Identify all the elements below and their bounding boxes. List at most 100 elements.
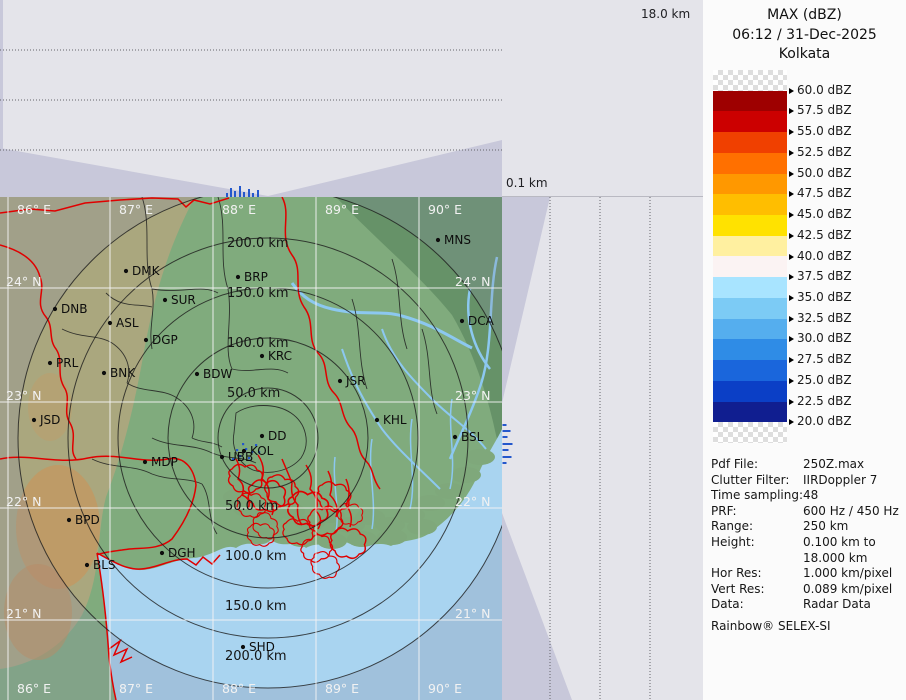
latitude-label: 24° N	[6, 274, 41, 289]
city-dot-BPD	[67, 518, 71, 522]
echo-profile-tick	[503, 430, 511, 432]
latitude-label: 22° N	[455, 494, 490, 509]
tick-arrow-icon	[789, 357, 794, 363]
metadata-label: Data:	[711, 597, 803, 613]
latitude-label: 22° N	[6, 494, 41, 509]
city-dot-DCA	[460, 319, 464, 323]
tick-arrow-icon	[789, 274, 794, 280]
city-dot-JSR	[338, 379, 342, 383]
latitude-label: 21° N	[6, 606, 41, 621]
tick-arrow-icon	[789, 108, 794, 114]
city-label-BDW: BDW	[203, 367, 232, 381]
latitude-label: 21° N	[455, 606, 490, 621]
metadata-row: Hor Res:1.000 km/pixel	[711, 566, 903, 582]
ring-distance-label: 150.0 km	[225, 599, 287, 614]
city-label-PRL: PRL	[56, 356, 79, 370]
city-dot-KHL	[375, 418, 379, 422]
tick-arrow-icon	[789, 316, 794, 322]
city-dot-KRC	[260, 354, 264, 358]
scale-tick-label: 50.0 dBZ	[789, 166, 852, 180]
scale-band	[713, 277, 787, 298]
terrain-hills	[28, 373, 72, 441]
tick-arrow-icon	[789, 378, 794, 384]
scale-band	[713, 402, 787, 423]
longitude-label: 89° E	[325, 202, 359, 217]
longitude-label: 87° E	[119, 202, 153, 217]
city-label-ASL: ASL	[116, 316, 139, 330]
longitude-label: 89° E	[325, 681, 359, 696]
metadata-value: 0.089 km/pixel	[803, 582, 903, 598]
longitude-label: 88° E	[222, 681, 256, 696]
scale-tick-label: 22.5 dBZ	[789, 394, 852, 408]
longitude-label: 87° E	[119, 681, 153, 696]
city-dot-DNB	[53, 307, 57, 311]
city-label-KRC: KRC	[268, 349, 292, 363]
beam-blind-edge	[0, 0, 3, 150]
scale-band-transparent	[713, 422, 787, 443]
scale-band	[713, 194, 787, 215]
scale-band	[713, 236, 787, 257]
city-label-DMK: DMK	[132, 264, 161, 278]
metadata-row: Range:250 km	[711, 519, 903, 535]
scale-band	[713, 256, 787, 277]
scale-tick-label: 55.0 dBZ	[789, 124, 852, 138]
metadata-row: Pdf File:250Z.max	[711, 457, 903, 473]
scale-band	[713, 111, 787, 132]
legend-panel: MAX (dBZ) 06:12 / 31-Dec-2025 Kolkata 60…	[703, 0, 906, 700]
right-profile-canvas	[502, 197, 703, 700]
metadata-label: Height:	[711, 535, 803, 551]
scale-tick-label: 40.0 dBZ	[789, 249, 852, 263]
ring-distance-label: 50.0 km	[227, 386, 280, 401]
scale-band	[713, 381, 787, 402]
scale-tick-label: 35.0 dBZ	[789, 290, 852, 304]
tick-arrow-icon	[789, 233, 794, 239]
top-height-profile-panel	[0, 0, 703, 197]
tick-arrow-icon	[789, 254, 794, 260]
color-scale	[713, 70, 787, 443]
scale-band	[713, 360, 787, 381]
metadata-label	[711, 551, 803, 567]
scale-band	[713, 153, 787, 174]
latitude-label: 23° N	[455, 388, 490, 403]
city-dot-JSD	[32, 418, 36, 422]
city-dot-BRP	[236, 275, 240, 279]
echo-profile-tick	[503, 462, 507, 464]
city-label-DCA: DCA	[468, 314, 495, 328]
metadata-value: 250Z.max	[803, 457, 903, 473]
city-label-SUR: SUR	[171, 293, 196, 307]
city-dot-BNK	[102, 371, 106, 375]
scale-tick-label: 52.5 dBZ	[789, 145, 852, 159]
tick-arrow-icon	[789, 419, 794, 425]
tick-arrow-icon	[789, 191, 794, 197]
ring-distance-label: 50.0 km	[225, 499, 278, 514]
city-label-BPD: BPD	[75, 513, 100, 527]
tick-arrow-icon	[789, 212, 794, 218]
ring-distance-label: 200.0 km	[227, 236, 289, 251]
tick-arrow-icon	[789, 171, 794, 177]
city-dot-DMK	[124, 269, 128, 273]
echo-profile-tick	[230, 188, 232, 197]
city-dot-BSL	[453, 435, 457, 439]
scale-band	[713, 298, 787, 319]
city-dot-UBB	[220, 455, 224, 459]
scale-band	[713, 215, 787, 236]
scale-tick-label: 25.0 dBZ	[789, 373, 852, 387]
metadata-row: 18.000 km	[711, 551, 903, 567]
longitude-label: 90° E	[428, 681, 462, 696]
metadata-label: PRF:	[711, 504, 803, 520]
metadata-row: Time sampling:48	[711, 488, 903, 504]
ring-distance-label: 150.0 km	[227, 286, 289, 301]
map-canvas[interactable]: 86° E86° E87° E87° E88° E88° E89° E89° E…	[0, 197, 502, 700]
radar-display-window: 18.0 km 0.1 km	[0, 0, 906, 700]
latitude-label: 23° N	[6, 388, 41, 403]
echo-profile-tick	[239, 186, 241, 197]
echo-profile-tick	[503, 443, 513, 445]
scale-tick-label: 30.0 dBZ	[789, 331, 852, 345]
metadata-value: IIRDoppler 7	[803, 473, 903, 489]
tick-arrow-icon	[789, 295, 794, 301]
city-dot-DGP	[144, 338, 148, 342]
city-dot-BLS	[85, 563, 89, 567]
station-name: Kolkata	[703, 45, 906, 65]
metadata-value: 0.100 km to	[803, 535, 903, 551]
radar-map: 86° E86° E87° E87° E88° E88° E89° E89° E…	[0, 197, 502, 700]
